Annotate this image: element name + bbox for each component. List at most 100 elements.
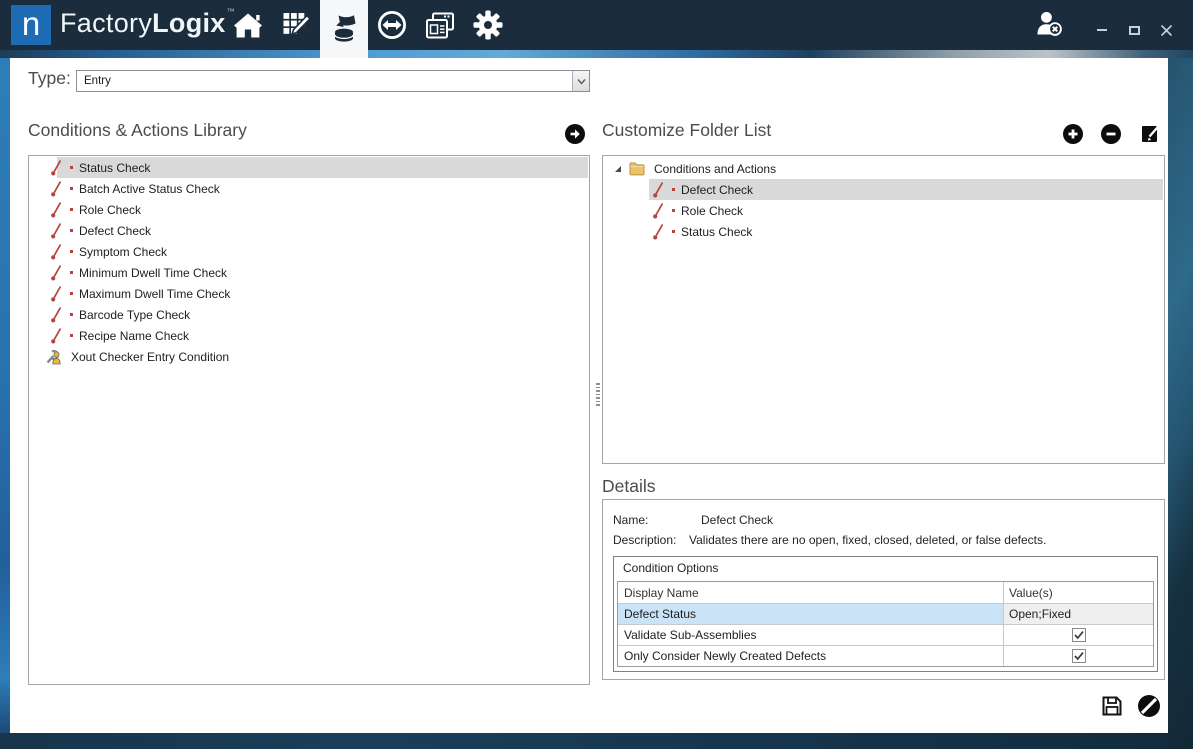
content-area: Type: Entry Conditions & Actions Library… [10,58,1168,733]
app-logo: n [11,5,51,45]
condition-icon [49,243,63,260]
condition-options-title: Condition Options [623,561,718,575]
bullet [70,334,73,337]
grid-edit-icon[interactable] [272,0,320,50]
bullet [70,313,73,316]
table-row[interactable]: Validate Sub-Assemblies [618,624,1153,645]
details-panel: Name: Defect Check Description: Validate… [602,499,1165,680]
condition-icon [49,306,63,323]
list-item[interactable]: Xout Checker Entry Condition [29,346,589,367]
edit-pencil-icon [1140,122,1162,144]
frame-right [1168,50,1193,749]
folder-panel-title: Customize Folder List [602,120,771,141]
folder-icon [629,161,646,176]
list-item[interactable]: Status Check [29,157,589,178]
bullet [672,188,675,191]
bullet [672,230,675,233]
condition-icon [651,181,665,198]
condition-icon [49,327,63,344]
plus-icon [1067,128,1079,140]
condition-icon [49,159,63,176]
accent-band [0,50,1193,58]
add-folder-item-button[interactable] [1063,124,1083,144]
frame-bottom [0,733,1193,749]
bullet [70,208,73,211]
bullet [70,166,73,169]
condition-icon [49,264,63,281]
tree-item[interactable]: Role Check [603,200,1164,221]
list-item[interactable]: Maximum Dwell Time Check [29,283,589,304]
library-panel-title: Conditions & Actions Library [28,120,247,141]
list-item[interactable]: Role Check [29,199,589,220]
tree-item[interactable]: Defect Check [603,179,1164,200]
conditions-library-list: Status Check Batch Active Status Check R… [28,155,590,685]
expander-icon[interactable] [613,164,625,174]
table-row[interactable]: Only Consider Newly Created Defects [618,645,1153,666]
description-value: Validates there are no open, fixed, clos… [689,533,1046,547]
bullet [70,187,73,190]
bullet [672,209,675,212]
arrow-right-icon [569,128,581,140]
bullet [70,229,73,232]
name-label: Name: [613,513,648,527]
list-item[interactable]: Defect Check [29,220,589,241]
panel-splitter[interactable] [595,383,600,406]
gear-icon[interactable] [464,0,512,50]
main-nav [224,0,512,50]
tree-root[interactable]: Conditions and Actions [603,158,1164,179]
condition-icon [49,201,63,218]
type-label: Type: [28,68,71,89]
bullet [70,292,73,295]
condition-icon [651,223,665,240]
library-database-icon[interactable] [320,0,368,58]
description-label: Description: [613,533,676,547]
user-logout-icon[interactable] [1036,11,1063,41]
titlebar-controls [1036,0,1175,50]
type-select[interactable]: Entry [76,70,590,92]
table-header-row: Display Name Value(s) [618,582,1153,603]
value-cell[interactable]: Open;Fixed [1004,604,1153,624]
bullet [70,250,73,253]
minus-icon [1105,128,1117,140]
titlebar: n FactoryLogix™ [0,0,1193,50]
close-button[interactable] [1157,21,1175,39]
condition-options-group: Condition Options Display Name Value(s) … [613,556,1158,672]
column-display-name: Display Name [618,582,1004,603]
sync-arrows-icon[interactable] [368,0,416,50]
condition-icon [49,285,63,302]
folder-tree: Conditions and Actions Defect Check Role… [602,155,1165,464]
condition-icon [49,222,63,239]
save-button[interactable] [1101,695,1123,722]
remove-folder-item-button[interactable] [1101,124,1121,144]
minimize-button[interactable] [1093,21,1111,39]
condition-icon [49,180,63,197]
edit-folder-button[interactable] [1140,122,1162,144]
window-stack-icon[interactable] [416,0,464,50]
maximize-button[interactable] [1125,21,1143,39]
frame-left [0,50,10,733]
move-right-button[interactable] [565,124,585,144]
cancel-button[interactable] [1137,694,1161,723]
list-item[interactable]: Symptom Check [29,241,589,262]
details-title: Details [602,476,656,497]
tree-item[interactable]: Status Check [603,221,1164,242]
bullet [70,271,73,274]
factorylogix-window: n FactoryLogix™ [0,0,1193,749]
condition-options-table: Display Name Value(s) Defect Status Open… [617,581,1154,667]
list-item[interactable]: Minimum Dwell Time Check [29,262,589,283]
save-floppy-icon [1101,695,1123,717]
wrench-person-icon [45,348,63,365]
brand-name: FactoryLogix™ [60,7,235,39]
list-item[interactable]: Recipe Name Check [29,325,589,346]
table-row[interactable]: Defect Status Open;Fixed [618,603,1153,624]
column-values: Value(s) [1004,582,1153,603]
type-select-value: Entry [77,75,572,87]
condition-icon [651,202,665,219]
list-item[interactable]: Batch Active Status Check [29,178,589,199]
checkbox-checked[interactable] [1072,628,1086,642]
cancel-slash-icon [1137,694,1161,718]
home-icon[interactable] [224,0,272,50]
checkbox-checked[interactable] [1072,649,1086,663]
chevron-down-icon[interactable] [572,71,589,91]
list-item[interactable]: Barcode Type Check [29,304,589,325]
